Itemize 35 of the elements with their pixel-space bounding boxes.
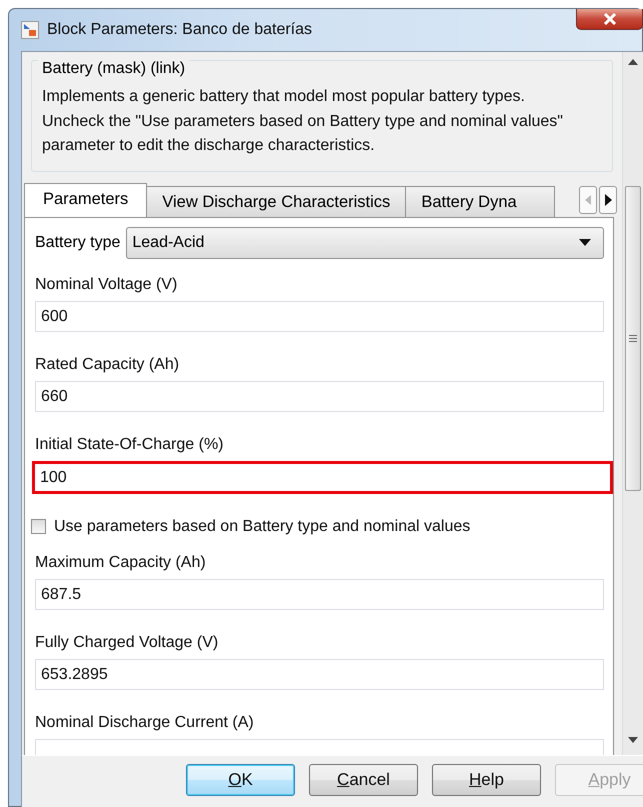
- field-label: Initial State-Of-Charge (%): [35, 434, 225, 454]
- checkbox-label: Use parameters based on Battery type and nominal values: [54, 518, 470, 536]
- right-arrow-icon: [604, 194, 612, 206]
- field-label: Nominal Discharge Current (A): [35, 712, 255, 732]
- left-arrow-icon: [585, 194, 591, 204]
- field-label: Fully Charged Voltage (V): [35, 632, 220, 652]
- tab[interactable]: Parameters: [24, 182, 148, 216]
- input-field[interactable]: 660: [35, 380, 604, 412]
- scroll-up-icon[interactable]: [628, 59, 638, 65]
- tab[interactable]: Battery Dyna: [405, 186, 556, 216]
- field-label: Nominal Voltage (V): [35, 274, 178, 294]
- tab[interactable]: View Discharge Characteristics: [146, 186, 406, 216]
- scrollbar[interactable]: [622, 52, 643, 755]
- dialog-button[interactable]: OK: [186, 764, 295, 796]
- field-label: Battery type: [35, 234, 120, 252]
- dialog-button[interactable]: Cancel: [309, 764, 418, 796]
- input-field[interactable]: 687.5: [35, 578, 604, 610]
- description-text: Implements a generic battery that model most popular battery types. Uncheck the "Use parameters based on Battery type and nominal values" parameter to edit the discharge characteristics.: [42, 87, 564, 156]
- field-label: Maximum Capacity (Ah): [35, 552, 207, 572]
- window-title: Block Parameters: Banco de baterías: [47, 21, 312, 39]
- grip-icon: [629, 335, 637, 342]
- caret-icon: [579, 239, 591, 246]
- tab-scroll-right-button[interactable]: [599, 186, 617, 214]
- input-field[interactable]: 100: [32, 460, 613, 494]
- input-field[interactable]: 653.2895: [35, 658, 604, 690]
- scroll-thumb[interactable]: [625, 186, 641, 491]
- checkbox[interactable]: [31, 519, 46, 534]
- close-icon: [602, 13, 618, 25]
- dialog-button[interactable]: Help: [432, 764, 541, 796]
- scroll-down-icon[interactable]: [628, 737, 638, 743]
- close-button[interactable]: [576, 9, 643, 30]
- dropdown[interactable]: Lead-Acid: [126, 226, 604, 258]
- input-field[interactable]: 600: [35, 300, 604, 332]
- app-icon: [21, 21, 39, 39]
- field-label: Rated Capacity (Ah): [35, 354, 180, 374]
